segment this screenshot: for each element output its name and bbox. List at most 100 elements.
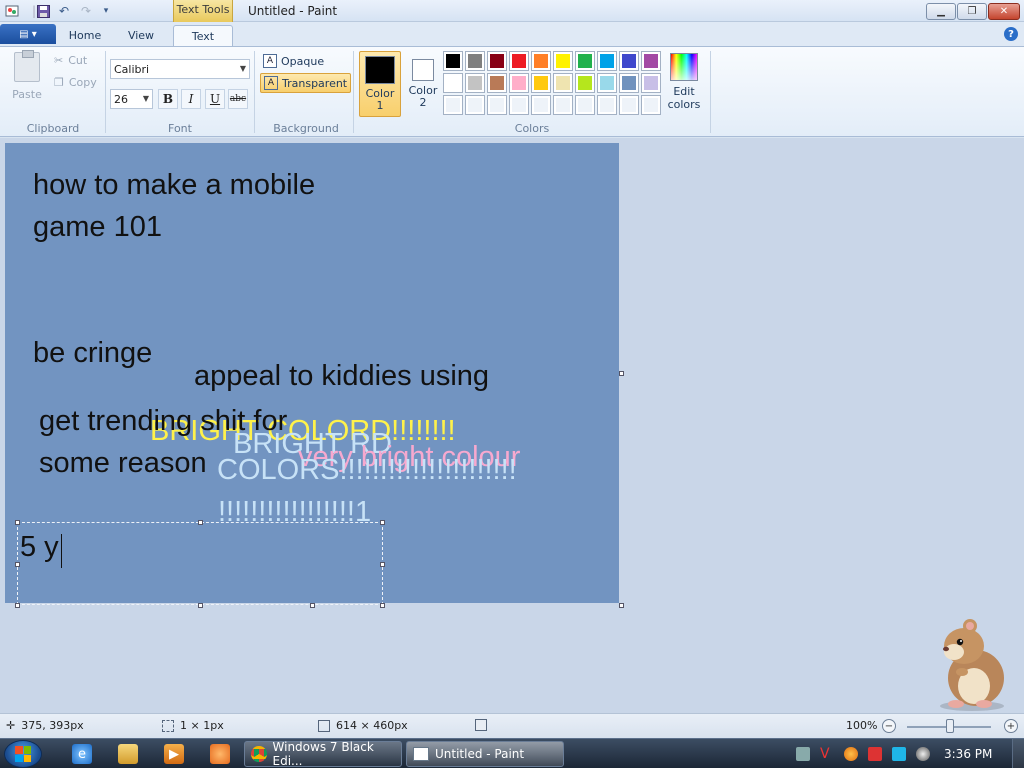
palette-swatch[interactable] [575, 51, 595, 71]
game-app-icon[interactable] [210, 744, 230, 764]
palette-swatch[interactable] [553, 51, 573, 71]
color1-swatch [365, 56, 395, 84]
tray-volume-icon[interactable] [916, 747, 930, 761]
palette-swatch[interactable] [509, 51, 529, 71]
canvas-resize-handle[interactable] [619, 603, 624, 608]
resize-handle[interactable] [15, 603, 20, 608]
strikethrough-button[interactable]: abc [228, 89, 248, 109]
help-icon[interactable]: ? [1004, 27, 1018, 41]
palette-swatch[interactable] [553, 73, 573, 93]
minimize-button[interactable]: ▁ [926, 3, 956, 20]
text-tools-context-label: Text Tools [173, 0, 233, 22]
color1-label: Color 1 [365, 87, 395, 112]
palette-swatch[interactable] [465, 51, 485, 71]
close-button[interactable]: ✕ [988, 3, 1020, 20]
resize-handle[interactable] [380, 562, 385, 567]
resize-handle[interactable] [15, 520, 20, 525]
palette-swatch[interactable] [597, 73, 617, 93]
palette-swatch[interactable] [575, 73, 595, 93]
palette-swatch[interactable] [487, 73, 507, 93]
palette-swatch[interactable] [465, 95, 485, 115]
underline-button[interactable]: U [205, 89, 225, 109]
palette-swatch[interactable] [531, 95, 551, 115]
palette-swatch[interactable] [509, 95, 529, 115]
transparent-label: Transparent [282, 76, 348, 90]
opaque-button[interactable]: A Opaque [260, 51, 327, 71]
show-desktop-button[interactable] [1012, 739, 1024, 768]
resize-handle[interactable] [198, 520, 203, 525]
internet-explorer-icon[interactable]: e [72, 744, 92, 764]
customize-quick-access-icon[interactable]: ▾ [98, 3, 114, 19]
font-family-select[interactable]: Calibri ▼ [110, 59, 250, 79]
palette-swatch[interactable] [641, 73, 661, 93]
bold-button[interactable]: B [158, 89, 178, 109]
palette-swatch[interactable] [465, 73, 485, 93]
zoom-in-button[interactable]: + [1004, 719, 1018, 733]
palette-swatch[interactable] [641, 95, 661, 115]
palette-swatch[interactable] [443, 73, 463, 93]
canvas-resize-handle[interactable] [619, 371, 624, 376]
palette-swatch[interactable] [531, 51, 551, 71]
italic-button[interactable]: I [181, 89, 201, 109]
resize-handle[interactable] [198, 603, 203, 608]
font-size-select[interactable]: 26 ▼ [110, 89, 153, 109]
resize-handle[interactable] [380, 520, 385, 525]
palette-swatch[interactable] [487, 51, 507, 71]
palette-swatch[interactable] [619, 51, 639, 71]
paste-button[interactable]: Paste [8, 50, 46, 110]
save-icon[interactable] [35, 3, 51, 19]
restore-icon: ❐ [967, 6, 977, 17]
selection-size: 1 × 1px [162, 719, 224, 732]
canvas-size-icon [318, 719, 330, 732]
tray-antivirus-icon[interactable]: V [820, 747, 834, 761]
palette-swatch[interactable] [509, 73, 529, 93]
paint-app-icon[interactable] [4, 3, 20, 19]
cut-button[interactable]: ✂ Cut [54, 54, 87, 67]
restore-button[interactable]: ❐ [957, 3, 987, 20]
transparent-button[interactable]: A Transparent [260, 73, 352, 93]
palette-swatch[interactable] [531, 73, 551, 93]
media-player-icon[interactable]: ▶ [164, 744, 184, 764]
palette-swatch[interactable] [619, 95, 639, 115]
resize-handle[interactable] [15, 562, 20, 567]
cut-label: Cut [68, 54, 88, 67]
palette-swatch[interactable] [597, 95, 617, 115]
tab-home[interactable]: Home [62, 25, 108, 46]
palette-swatch[interactable] [597, 51, 617, 71]
taskbar-item-paint[interactable]: Untitled - Paint [406, 741, 564, 767]
zoom-out-button[interactable]: − [882, 719, 896, 733]
palette-swatch[interactable] [443, 51, 463, 71]
tray-app-icon[interactable] [796, 747, 810, 761]
palette-swatch[interactable] [443, 95, 463, 115]
palette-swatch[interactable] [553, 95, 573, 115]
taskbar-item-chrome[interactable]: Windows 7 Black Edi... [244, 740, 402, 768]
palette-swatch[interactable] [575, 95, 595, 115]
tray-network-icon[interactable] [892, 747, 906, 761]
zoom-slider-thumb[interactable] [946, 719, 954, 733]
edit-colors-button[interactable]: Edit colors [667, 53, 701, 111]
disk-status [475, 719, 487, 731]
redo-icon[interactable]: ↷ [78, 3, 94, 19]
canvas-text-line: how to make a mobile [33, 169, 316, 201]
tab-view[interactable]: View [118, 25, 164, 46]
resize-handle[interactable] [380, 603, 385, 608]
tab-text[interactable]: Text [173, 25, 233, 46]
start-button[interactable] [4, 740, 42, 768]
text-box-selection[interactable] [17, 522, 383, 605]
file-menu-button[interactable]: ▤ ▾ [0, 24, 56, 44]
color1-button[interactable]: Color 1 [359, 51, 401, 117]
hamster-desktop-pet[interactable] [924, 612, 1020, 712]
palette-swatch[interactable] [619, 73, 639, 93]
copy-button[interactable]: ❐ Copy [54, 76, 97, 89]
canvas-resize-handle[interactable] [310, 603, 315, 608]
tray-flag-icon[interactable] [868, 747, 882, 761]
font-size-value: 26 [114, 92, 128, 106]
color2-button[interactable]: Color 2 [402, 51, 444, 117]
taskbar-clock[interactable]: 3:36 PM [944, 747, 992, 761]
palette-swatch[interactable] [641, 51, 661, 71]
undo-icon[interactable]: ↶ [56, 3, 72, 19]
file-explorer-icon[interactable] [118, 744, 138, 764]
palette-swatch[interactable] [487, 95, 507, 115]
copy-label: Copy [68, 76, 97, 89]
tray-search-icon[interactable] [844, 747, 858, 761]
